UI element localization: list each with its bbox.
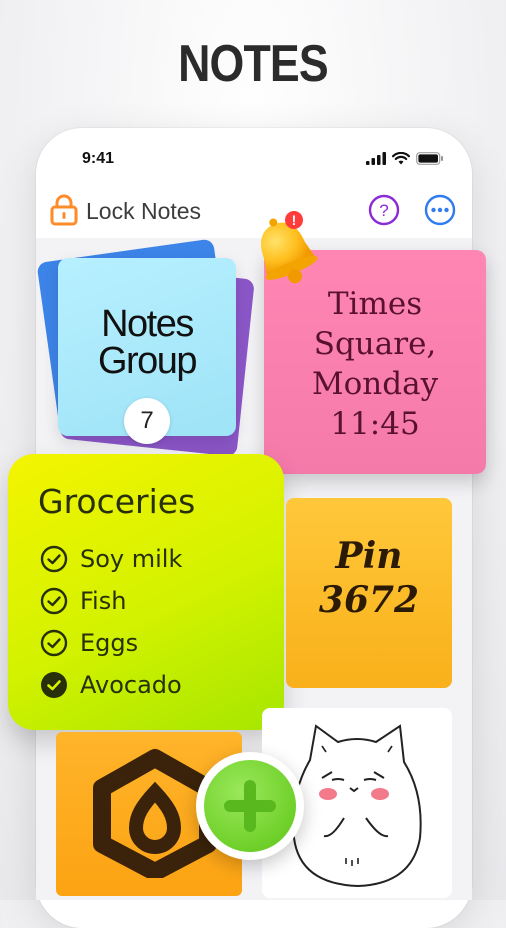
plus-icon	[224, 780, 276, 832]
lock-icon	[50, 194, 78, 226]
checklist-item-label: Eggs	[80, 629, 139, 657]
note-text: Pin 3672	[318, 535, 420, 621]
wifi-icon	[392, 152, 410, 165]
app-title: Lock Notes	[86, 198, 202, 224]
checklist-item[interactable]: Eggs	[40, 622, 182, 664]
help-icon: ?	[379, 201, 388, 220]
unchecked-circle-icon[interactable]	[40, 587, 68, 615]
svg-text:!: !	[292, 212, 297, 228]
add-note-button[interactable]	[196, 752, 304, 860]
battery-icon	[416, 152, 443, 165]
more-button[interactable]	[424, 194, 456, 226]
checklist-item-label: Soy milk	[80, 545, 183, 573]
note-text: Times Square, Monday 11:45	[311, 286, 439, 442]
notes-group-title: Notes Group	[97, 303, 198, 382]
unchecked-circle-icon[interactable]	[40, 629, 68, 657]
checklist-item-label: Fish	[80, 587, 127, 615]
checklist-item[interactable]: Avocado	[40, 664, 182, 706]
signal-icon	[366, 152, 386, 165]
checklist-item[interactable]: Fish	[40, 580, 182, 622]
status-time: 9:41	[82, 150, 115, 167]
help-button[interactable]: ?	[368, 194, 400, 226]
checked-circle-icon[interactable]	[40, 671, 68, 699]
notes-group-card[interactable]: Notes Group 7	[58, 258, 236, 444]
more-icon	[431, 207, 436, 213]
groceries-note-card[interactable]: Groceries Soy milk Fish Eggs Avocado	[8, 454, 284, 730]
status-icons	[366, 152, 444, 165]
note-card-pin[interactable]: Pin 3672	[286, 498, 452, 688]
notes-group-count-badge: 7	[124, 398, 170, 444]
groceries-title: Groceries	[38, 482, 196, 521]
bell-icon: !	[261, 211, 318, 284]
groceries-list: Soy milk Fish Eggs Avocado	[40, 538, 182, 706]
promo-headline: NOTES	[178, 35, 329, 93]
checklist-item-label: Avocado	[80, 671, 182, 699]
checklist-item[interactable]: Soy milk	[40, 538, 182, 580]
unchecked-circle-icon[interactable]	[40, 545, 68, 573]
